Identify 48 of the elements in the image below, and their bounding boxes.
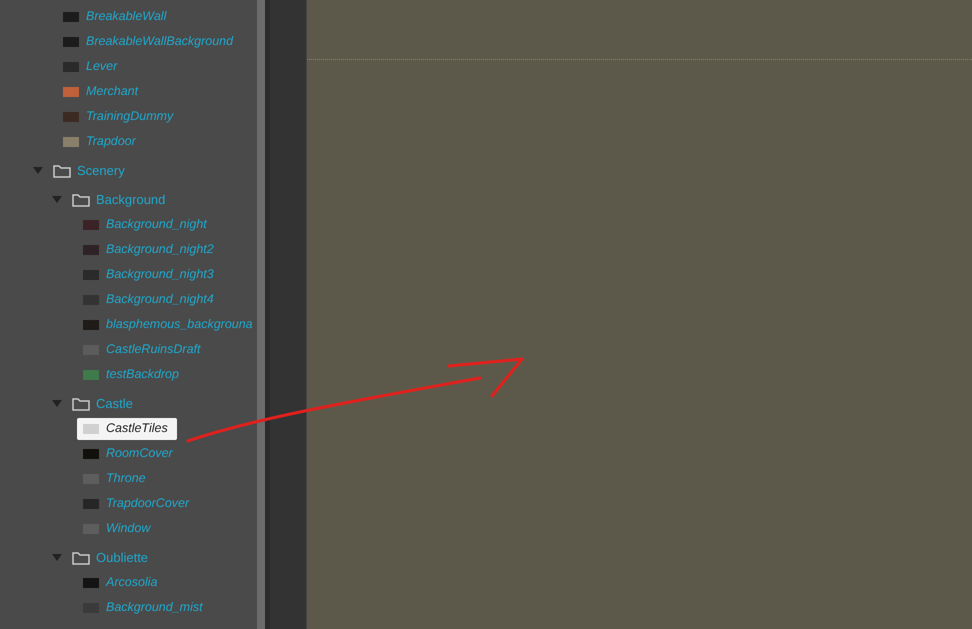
sprite-thumbnail-icon xyxy=(81,242,101,256)
folder-label[interactable]: Oubliette xyxy=(96,548,148,568)
tree-item[interactable]: Lever xyxy=(57,56,126,78)
sprite-thumbnail-icon xyxy=(61,134,81,148)
tree-item[interactable]: Background_mist xyxy=(77,596,212,618)
sprite-thumbnail-icon xyxy=(81,318,101,332)
sprite-thumbnail-icon xyxy=(61,10,81,24)
folder-icon xyxy=(72,550,90,564)
sprite-thumbnail-icon xyxy=(81,268,101,282)
sprite-thumbnail-icon xyxy=(61,60,81,74)
tree-item[interactable]: CastleRuinsDraft xyxy=(77,338,210,360)
sprite-thumbnail-icon xyxy=(61,110,81,124)
tree-item[interactable]: Merchant xyxy=(57,80,148,102)
tree-item[interactable]: testBackdrop xyxy=(77,364,188,386)
sprite-thumbnail-icon xyxy=(81,422,101,436)
sprite-thumbnail-icon xyxy=(81,576,101,590)
sprite-thumbnail-icon xyxy=(81,218,101,232)
tree-item[interactable]: TrainingDummy xyxy=(57,106,182,128)
sprite-thumbnail-icon xyxy=(61,84,81,98)
sprite-thumbnail-icon xyxy=(81,496,101,510)
caret-icon[interactable] xyxy=(52,196,62,204)
scrollbar[interactable] xyxy=(257,0,265,629)
folder-label[interactable]: Background xyxy=(96,190,166,210)
tree-item[interactable]: blasphemous_backgrouna xyxy=(77,314,257,336)
caret-icon[interactable] xyxy=(52,400,62,408)
tree-item[interactable]: BreakableWallBackground xyxy=(57,30,242,52)
caret-icon[interactable] xyxy=(33,166,43,174)
folder-icon xyxy=(72,192,90,206)
folder-label[interactable]: Scenery xyxy=(77,160,125,180)
folder-icon xyxy=(72,396,90,410)
tree-item[interactable]: TrapdoorCover xyxy=(77,492,198,514)
sprite-thumbnail-icon xyxy=(81,368,101,382)
caret-icon[interactable] xyxy=(52,554,62,562)
tree-item[interactable]: Background_night2 xyxy=(77,238,223,260)
sprite-thumbnail-icon xyxy=(61,34,81,48)
folder-label[interactable]: Castle xyxy=(96,394,133,414)
folder-icon xyxy=(53,164,71,178)
tree-item[interactable]: Throne xyxy=(77,468,155,490)
tree-item[interactable]: Trapdoor xyxy=(57,130,145,152)
tree-item[interactable]: Window xyxy=(77,518,160,540)
tree-item[interactable]: Arcosolia xyxy=(77,572,166,594)
sprite-thumbnail-icon xyxy=(81,446,101,460)
tree-item[interactable]: Background_night4 xyxy=(77,288,223,310)
tree-item[interactable]: RoomCover xyxy=(77,442,182,464)
tree-item[interactable]: CastleTiles xyxy=(77,418,177,440)
tree-item[interactable]: Background_night xyxy=(77,214,216,236)
tree-item[interactable]: Background_night3 xyxy=(77,264,223,286)
tree-item[interactable]: BreakableWall xyxy=(57,6,176,28)
